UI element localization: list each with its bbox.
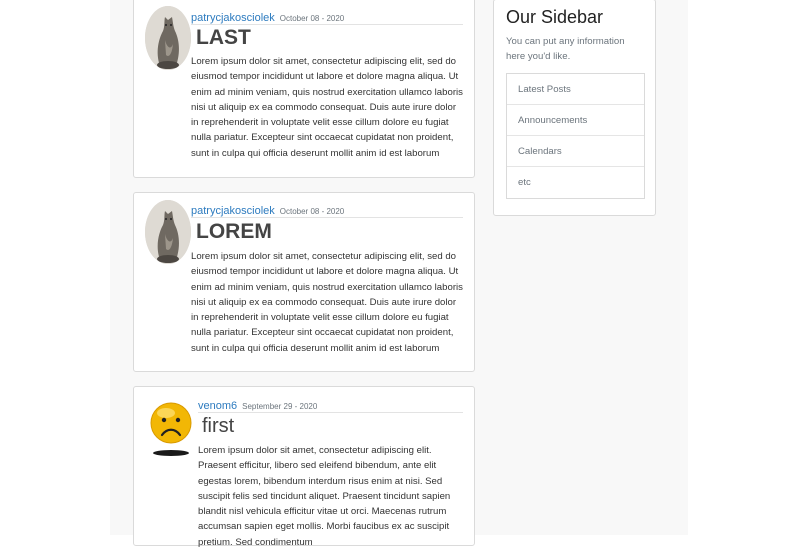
cat-photo-icon: [145, 200, 191, 264]
post-content: Lorem ipsum dolor sit amet, consectetur …: [191, 251, 463, 354]
author-link[interactable]: patrycjakosciolek: [191, 205, 275, 217]
post-card: patrycjakosciolek October 08 - 2020 LOREM…: [133, 192, 475, 372]
sidebar-list: Latest Posts Announcements Calendars etc: [506, 73, 645, 199]
post-card: venom6 September 29 - 2020 first Lorem ip…: [133, 386, 475, 548]
post-date: October 08 - 2020: [279, 207, 345, 216]
sidebar-item-calendars[interactable]: Calendars: [507, 136, 644, 167]
author-link[interactable]: patrycjakosciolek: [191, 12, 275, 24]
post-date: October 08 - 2020: [279, 14, 345, 23]
post-date: September 29 - 2020: [242, 402, 318, 411]
post-content: Lorem ipsum dolor sit amet, consectetur …: [191, 56, 463, 159]
author-avatar[interactable]: [149, 398, 193, 458]
post-title[interactable]: LAST: [196, 26, 251, 50]
post-title[interactable]: LOREM: [196, 220, 272, 244]
author-avatar[interactable]: [145, 200, 191, 264]
post-card: patrycjakosciolek October 08 - 2020 LAST …: [133, 0, 475, 178]
post-meta: patrycjakosciolek October 08 - 2020: [191, 8, 463, 25]
sidebar-item-etc[interactable]: etc: [507, 167, 644, 198]
post-title[interactable]: first: [202, 414, 234, 438]
sidebar-description: You can put any information here you'd l…: [506, 36, 625, 62]
post-content: Lorem ipsum dolor sit amet, consectetur …: [198, 445, 451, 548]
post-meta: venom6 September 29 - 2020: [198, 396, 463, 413]
sidebar-title: Our Sidebar: [506, 7, 604, 27]
cat-photo-icon: [145, 6, 191, 70]
post-meta: patrycjakosciolek October 08 - 2020: [191, 201, 463, 218]
author-avatar[interactable]: [145, 6, 191, 70]
sidebar-item-announcements[interactable]: Announcements: [507, 105, 644, 136]
sidebar: Our Sidebar You can put any information …: [493, 0, 656, 216]
author-link[interactable]: venom6: [198, 400, 237, 412]
sidebar-item-latest-posts[interactable]: Latest Posts: [507, 74, 644, 105]
sad-face-icon: [150, 402, 192, 456]
